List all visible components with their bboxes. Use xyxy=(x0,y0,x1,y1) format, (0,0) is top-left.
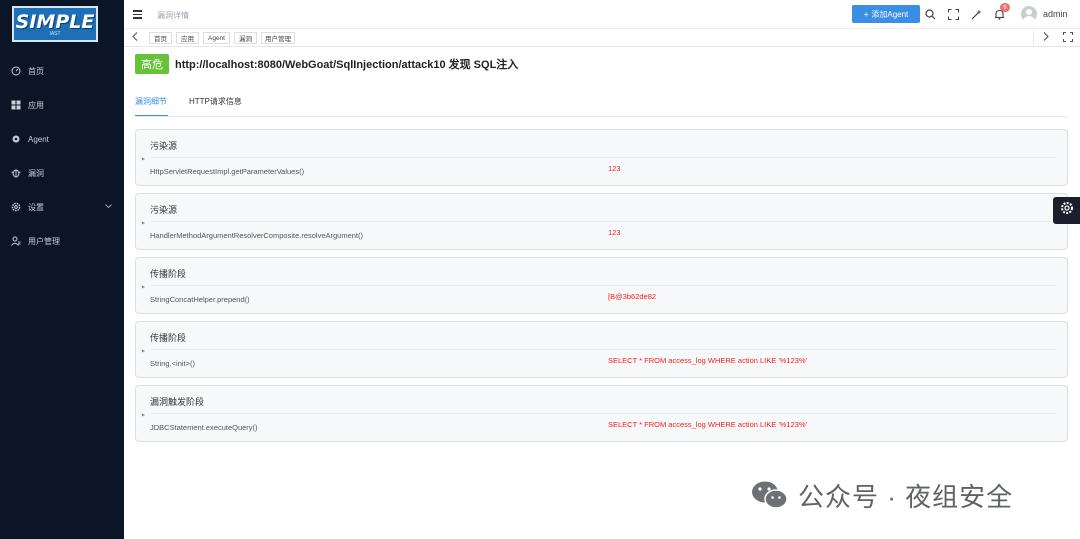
stage-title: 污染源 xyxy=(150,141,178,151)
stage-title: 污染源 xyxy=(150,205,178,215)
divider xyxy=(150,349,1057,350)
topbar: 漏洞详情 + 添加Agent 6 admin xyxy=(124,0,1080,29)
watermark-text: 公众号 · 夜组安全 xyxy=(798,481,1014,512)
vuln-header: 高危 http://localhost:8080/WebGoat/SqlInje… xyxy=(135,54,518,74)
caret-right-icon[interactable]: ▶ xyxy=(142,220,145,225)
stage-title: 漏洞触发阶段 xyxy=(150,397,205,407)
user-manage-icon xyxy=(11,236,21,246)
sidebar-item-settings[interactable]: 设置 xyxy=(0,190,124,224)
stage-card: 传播阶段 ▶ String.<init>() SELECT * FROM acc… xyxy=(135,321,1068,378)
caret-right-icon[interactable]: ▶ xyxy=(142,156,145,161)
sidebar-item-vulns[interactable]: 漏洞 xyxy=(0,156,124,190)
sidebar-item-label: 用户管理 xyxy=(28,236,60,246)
dashboard-icon xyxy=(11,66,21,76)
logo[interactable]: SIMPLE IAST xyxy=(12,6,98,42)
sidebar-item-label: 首页 xyxy=(28,66,44,76)
chevron-right-icon[interactable] xyxy=(1041,32,1051,43)
sidebar-menu: 首页 应用 Agent 漏洞 设置 用户管理 xyxy=(0,54,124,258)
sidebar: SIMPLE IAST 首页 应用 Agent 漏洞 设置 用户管理 xyxy=(0,0,124,539)
username[interactable]: admin xyxy=(1043,9,1068,19)
vuln-title: http://localhost:8080/WebGoat/SqlInjecti… xyxy=(175,59,519,71)
grid-icon xyxy=(11,100,21,110)
sidebar-item-home[interactable]: 首页 xyxy=(0,54,124,88)
sidebar-item-apps[interactable]: 应用 xyxy=(0,88,124,122)
stage-card: 漏洞触发阶段 ▶ JDBCStatement.executeQuery() SE… xyxy=(135,385,1068,442)
tabs-divider xyxy=(135,116,1068,117)
stage-card: 污染源 ▶ HttpServletRequestImpl.getParamete… xyxy=(135,129,1068,186)
stage-title: 传播阶段 xyxy=(150,333,187,343)
tag-apps[interactable]: 应用 xyxy=(176,32,199,44)
stage-value: 123 xyxy=(608,164,621,173)
hamburger-icon[interactable] xyxy=(133,10,142,19)
chevron-down-icon xyxy=(105,202,112,211)
stage-method: StringConcatHelper.prepend() xyxy=(150,295,250,304)
tab-http-request[interactable]: HTTP请求信息 xyxy=(189,96,242,107)
caret-right-icon[interactable]: ▶ xyxy=(142,284,145,289)
stage-value: SELECT * FROM access_log WHERE action LI… xyxy=(608,420,808,429)
settings-float-button[interactable] xyxy=(1053,197,1080,224)
divider xyxy=(150,221,1057,222)
stage-title: 传播阶段 xyxy=(150,269,187,279)
sidebar-item-agent[interactable]: Agent xyxy=(0,122,124,156)
tag-agent[interactable]: Agent xyxy=(203,32,230,44)
tags-bar: 首页 应用 Agent 漏洞 用户管理 xyxy=(124,29,1080,47)
stage-card: 传播阶段 ▶ StringConcatHelper.prepend() [B@3… xyxy=(135,257,1068,314)
sidebar-item-label: Agent xyxy=(28,134,49,144)
stage-method: String.<init>() xyxy=(150,359,196,368)
notification-badge: 6 xyxy=(1000,3,1010,12)
stage-method: HandlerMethodArgumentResolverComposite.r… xyxy=(150,231,364,240)
agent-icon xyxy=(11,134,21,144)
sidebar-item-user-management[interactable]: 用户管理 xyxy=(0,224,124,258)
bug-icon xyxy=(11,168,21,178)
tag-home[interactable]: 首页 xyxy=(149,32,172,44)
fullscreen-icon[interactable] xyxy=(947,8,959,20)
gear-icon xyxy=(1060,201,1074,220)
stage-value: 123 xyxy=(608,228,621,237)
stage-value: SELECT * FROM access_log WHERE action LI… xyxy=(608,356,808,365)
divider xyxy=(150,285,1057,286)
watermark: 公众号 · 夜组安全 xyxy=(750,476,1013,514)
avatar[interactable] xyxy=(1021,6,1037,22)
stage-method: HttpServletRequestImpl.getParameterValue… xyxy=(150,167,305,176)
stage-card: 污染源 ▶ HandlerMethodArgumentResolverCompo… xyxy=(135,193,1068,250)
expand-icon[interactable] xyxy=(1063,32,1073,44)
stage-method: JDBCStatement.executeQuery() xyxy=(150,423,258,432)
sidebar-item-label: 应用 xyxy=(28,100,44,110)
plus-icon: + xyxy=(863,9,869,19)
gear-icon xyxy=(11,202,21,212)
add-agent-label: 添加Agent xyxy=(871,9,909,19)
tab-vuln-detail[interactable]: 漏洞细节 xyxy=(135,96,167,107)
sidebar-item-label: 设置 xyxy=(28,202,44,212)
wechat-icon xyxy=(750,479,790,511)
severity-badge: 高危 xyxy=(135,54,169,74)
search-icon[interactable] xyxy=(924,8,936,20)
sidebar-item-label: 漏洞 xyxy=(28,168,44,178)
main-content: 高危 http://localhost:8080/WebGoat/SqlInje… xyxy=(124,47,1080,539)
magic-wand-icon[interactable] xyxy=(970,8,982,20)
breadcrumb: 漏洞详情 xyxy=(157,11,189,20)
logo-text: SIMPLE xyxy=(15,10,95,33)
chevron-left-icon[interactable] xyxy=(130,32,140,43)
logo-subtext: IAST xyxy=(49,30,61,37)
tag-vulns[interactable]: 漏洞 xyxy=(234,32,257,44)
stage-value: [B@3b62de82 xyxy=(608,292,657,301)
divider xyxy=(150,413,1057,414)
divider xyxy=(1033,31,1034,45)
add-agent-button[interactable]: + 添加Agent xyxy=(852,5,920,23)
caret-right-icon[interactable]: ▶ xyxy=(142,348,145,353)
tag-user-management[interactable]: 用户管理 xyxy=(261,32,295,44)
caret-right-icon[interactable]: ▶ xyxy=(142,412,145,417)
divider xyxy=(150,157,1057,158)
